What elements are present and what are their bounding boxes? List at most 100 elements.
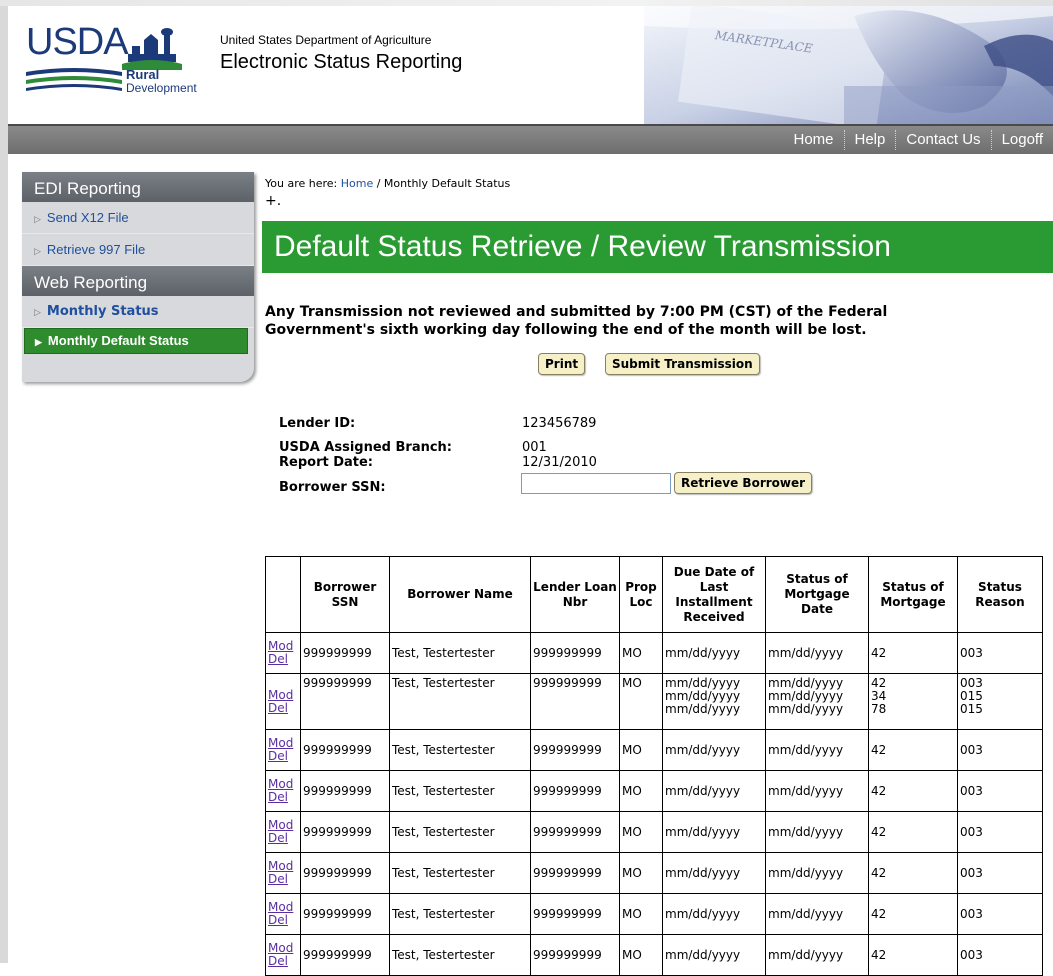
cell-prop-loc: MO — [619, 893, 663, 935]
cell-borrower-name: Test, Testertester — [389, 770, 531, 812]
table-row: Mod Del 999999999 Test, Testertester 9999999… — [265, 632, 1043, 674]
borrower-ssn-label: Borrower SSN: — [279, 480, 386, 495]
nav-logoff[interactable]: Logoff — [992, 126, 1053, 154]
del-link[interactable]: Del — [268, 873, 298, 886]
cell-borrower-name: Test, Testertester — [389, 893, 531, 935]
cell-status-reason-value: 003 — [960, 824, 983, 839]
cell-borrower-ssn: 999999999 — [300, 811, 390, 853]
nav-contact-us[interactable]: Contact Us — [896, 126, 990, 154]
del-link[interactable]: Del — [268, 914, 298, 927]
sidebar-item-send-x12[interactable]: ▷ Send X12 File — [22, 202, 254, 234]
cell-due-date: mm/dd/yyyy — [662, 770, 766, 812]
logo-stripes-icon — [26, 68, 122, 91]
cell-status-date: mm/dd/yyyy — [765, 893, 869, 935]
submit-transmission-button[interactable]: Submit Transmission — [605, 353, 760, 375]
cell-lender-loan-nbr: 999999999 — [530, 811, 620, 853]
cell-prop-loc: MO — [619, 811, 663, 853]
branch-label: USDA Assigned Branch: — [279, 440, 453, 455]
cell-lender-loan-nbr: 999999999 — [530, 729, 620, 771]
cell-prop-loc: MO — [619, 729, 663, 771]
cell-status-reason-value: 003 — [960, 906, 983, 921]
del-link[interactable]: Del — [268, 955, 298, 968]
cell-lender-loan-nbr: 999999999 — [530, 632, 620, 674]
header-text: United States Department of Agriculture … — [220, 33, 462, 74]
cell-status-date: mm/dd/yyyy — [765, 934, 869, 976]
cell-prop-loc: MO — [619, 673, 663, 730]
cell-status-mortgage: 42 34 78 — [868, 673, 958, 730]
agency-name: United States Department of Agriculture — [220, 33, 432, 47]
breadcrumb-prefix: You are here: — [265, 177, 338, 190]
del-link[interactable]: Del — [268, 701, 298, 715]
cell-status-date-value: mm/dd/yyyy — [768, 947, 844, 962]
nav-home[interactable]: Home — [783, 126, 843, 154]
table-row: Mod Del 999999999 Test, Testertester 9999999… — [265, 770, 1043, 812]
row-actions: Mod Del — [265, 729, 301, 771]
usda-logo[interactable]: USDA Rural Development — [26, 22, 216, 94]
lender-id-value: 123456789 — [522, 416, 597, 431]
branch-value: 001 — [522, 440, 547, 455]
cell-status-reason-value: 003 — [960, 783, 983, 798]
del-link[interactable]: Del — [268, 653, 298, 666]
cell-status-date-value: mm/dd/yyyy — [768, 702, 844, 716]
nav-help[interactable]: Help — [845, 126, 896, 154]
sidebar-section-web: Web Reporting — [22, 266, 254, 296]
cell-borrower-ssn: 999999999 — [300, 632, 390, 674]
triangle-right-icon: ▷ — [34, 214, 41, 224]
retrieve-borrower-button[interactable]: Retrieve Borrower — [674, 472, 813, 494]
row-actions: Mod Del — [265, 852, 301, 894]
rural-development-mark-icon — [122, 28, 182, 70]
table-row: Mod Del 999999999 Test, Testertester 9999999… — [265, 893, 1043, 935]
cell-status-mortgage-value: 42 — [871, 865, 887, 880]
cell-borrower-name: Test, Testertester — [389, 729, 531, 771]
breadcrumb-current: / Monthly Default Status — [376, 177, 511, 190]
cell-status-reason: 003 — [957, 770, 1043, 812]
triangle-right-icon: ▶ — [35, 337, 42, 347]
col-borrower-name: Borrower Name — [389, 556, 531, 633]
cell-due-date: mm/dd/yyyy — [662, 934, 766, 976]
breadcrumb-home-link[interactable]: Home — [341, 177, 373, 190]
sidebar-section-edi: EDI Reporting — [22, 172, 254, 202]
logo-usda-text: USDA — [26, 21, 129, 63]
cell-status-date-value: mm/dd/yyyy — [768, 783, 844, 798]
cell-status-date-value: mm/dd/yyyy — [768, 824, 844, 839]
cell-status-mortgage: 42 — [868, 893, 958, 935]
borrower-ssn-input[interactable] — [521, 473, 671, 494]
cell-status-mortgage: 42 — [868, 770, 958, 812]
cell-prop-loc: MO — [619, 632, 663, 674]
cell-due-date: mm/dd/yyyy — [662, 893, 766, 935]
cell-status-reason-value: 003 — [960, 645, 983, 660]
mod-link[interactable]: Mod — [268, 688, 298, 702]
sidebar-item-retrieve-997[interactable]: ▷ Retrieve 997 File — [22, 234, 254, 266]
del-link[interactable]: Del — [268, 750, 298, 763]
sidebar-item-monthly-status[interactable]: ▷ Monthly Status — [22, 296, 254, 328]
col-actions — [265, 556, 301, 633]
site-header: USDA Rural Development United States Dep… — [8, 6, 1053, 124]
cell-borrower-ssn: 999999999 — [300, 729, 390, 771]
cell-status-mortgage: 42 — [868, 934, 958, 976]
cell-due-date: mm/dd/yyyy — [662, 632, 766, 674]
cell-prop-loc: MO — [619, 770, 663, 812]
report-date-value: 12/31/2010 — [522, 455, 597, 470]
row-actions: Mod Del — [265, 673, 301, 730]
cell-borrower-name: Test, Testertester — [389, 852, 531, 894]
cell-lender-loan-nbr: 999999999 — [530, 673, 620, 730]
table-row: Mod Del 999999999 Test, Testertester 9999999… — [265, 934, 1043, 976]
del-link[interactable]: Del — [268, 832, 298, 845]
cell-borrower-ssn: 999999999 — [300, 934, 390, 976]
del-link[interactable]: Del — [268, 791, 298, 804]
cell-status-reason-value: 003 — [960, 742, 983, 757]
sidebar-item-monthly-default-status[interactable]: ▶ Monthly Default Status — [24, 328, 248, 354]
header-photo-mouse-keyboard: MARKETPLACE — [644, 6, 1053, 124]
cell-borrower-ssn: 999999999 — [300, 673, 390, 730]
cell-due-date: mm/dd/yyyy mm/dd/yyyy mm/dd/yyyy — [662, 673, 766, 730]
col-lender-loan-nbr: Lender Loan Nbr — [530, 556, 620, 633]
cell-status-date: mm/dd/yyyy — [765, 770, 869, 812]
breadcrumb: You are here: Home / Monthly Default Sta… — [265, 177, 510, 190]
cell-borrower-name: Test, Testertester — [389, 673, 531, 730]
cell-due-date-value: mm/dd/yyyy — [665, 865, 741, 880]
cell-status-date: mm/dd/yyyy — [765, 811, 869, 853]
col-status-mortgage: Status of Mortgage — [868, 556, 958, 633]
print-button[interactable]: Print — [538, 353, 586, 375]
cell-borrower-ssn: 999999999 — [300, 852, 390, 894]
cell-lender-loan-nbr: 999999999 — [530, 934, 620, 976]
